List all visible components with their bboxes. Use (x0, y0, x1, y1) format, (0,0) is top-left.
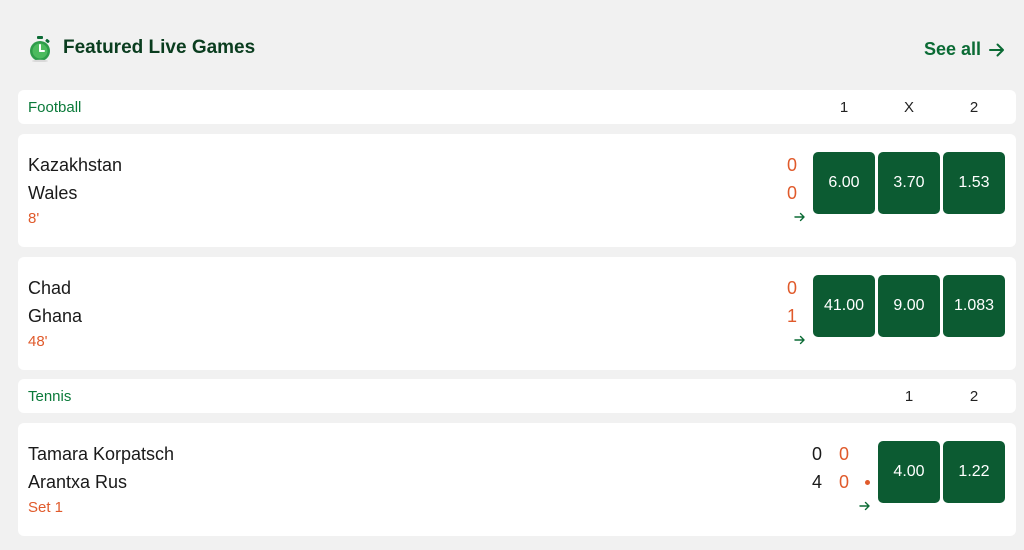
away-team: Ghana (28, 306, 83, 326)
column-header-away: 2 (969, 99, 979, 116)
stopwatch-icon (30, 36, 50, 62)
tennis-section-header: Tennis 1 2 (18, 379, 1016, 413)
sport-label: Tennis (28, 388, 72, 405)
odds-button-home[interactable]: 6.00 (813, 152, 875, 214)
section-title: Featured Live Games (63, 37, 256, 58)
match-row[interactable]: Kazakhstan Wales 8' 0 0 6.00 3.70 1.53 (18, 134, 1016, 247)
match-period: Set 1 (28, 499, 64, 516)
home-score: 0 (786, 155, 797, 175)
odds-button-away[interactable]: 1.53 (943, 152, 1005, 214)
column-header-home: 1 (839, 99, 849, 116)
away-score: 1 (786, 306, 797, 326)
sport-label: Football (28, 99, 82, 116)
match-row[interactable]: Chad Ghana 48' 0 1 41.00 9.00 1.083 (18, 257, 1016, 370)
odds-button-home[interactable]: 41.00 (813, 275, 875, 337)
away-score: 0 (786, 183, 797, 203)
odds-button-home[interactable]: 4.00 (878, 441, 940, 503)
see-all-label: See all (924, 39, 982, 59)
arrow-right-icon[interactable] (794, 335, 806, 345)
away-player: Arantxa Rus (28, 472, 128, 492)
home-score: 0 (786, 278, 797, 298)
column-header-draw: X (903, 99, 914, 116)
column-header-home: 1 (904, 388, 914, 405)
away-team: Wales (28, 183, 78, 203)
see-all-link[interactable]: See all (924, 39, 1005, 60)
home-sets: 0 (811, 444, 822, 464)
odds-button-draw[interactable]: 9.00 (878, 275, 940, 337)
football-section-header: Football 1 X 2 (18, 90, 1016, 124)
arrow-right-icon[interactable] (859, 501, 871, 511)
arrow-right-icon (989, 43, 1005, 56)
arrow-right-icon[interactable] (794, 212, 806, 222)
home-games: 0 (838, 444, 849, 464)
serve-dot-icon (865, 480, 870, 485)
home-team: Chad (28, 278, 72, 298)
match-time: 8' (28, 210, 40, 227)
column-header-away: 2 (969, 388, 979, 405)
match-row[interactable]: Tamara Korpatsch Arantxa Rus Set 1 0 4 0… (18, 423, 1016, 536)
home-team: Kazakhstan (28, 155, 123, 175)
away-games: 0 (838, 472, 849, 492)
home-player: Tamara Korpatsch (28, 444, 175, 464)
featured-header: Featured Live Games See all (0, 0, 1024, 90)
match-time: 48' (28, 333, 48, 350)
away-sets: 4 (811, 472, 822, 492)
odds-button-away[interactable]: 1.083 (943, 275, 1005, 337)
odds-button-draw[interactable]: 3.70 (878, 152, 940, 214)
odds-button-away[interactable]: 1.22 (943, 441, 1005, 503)
